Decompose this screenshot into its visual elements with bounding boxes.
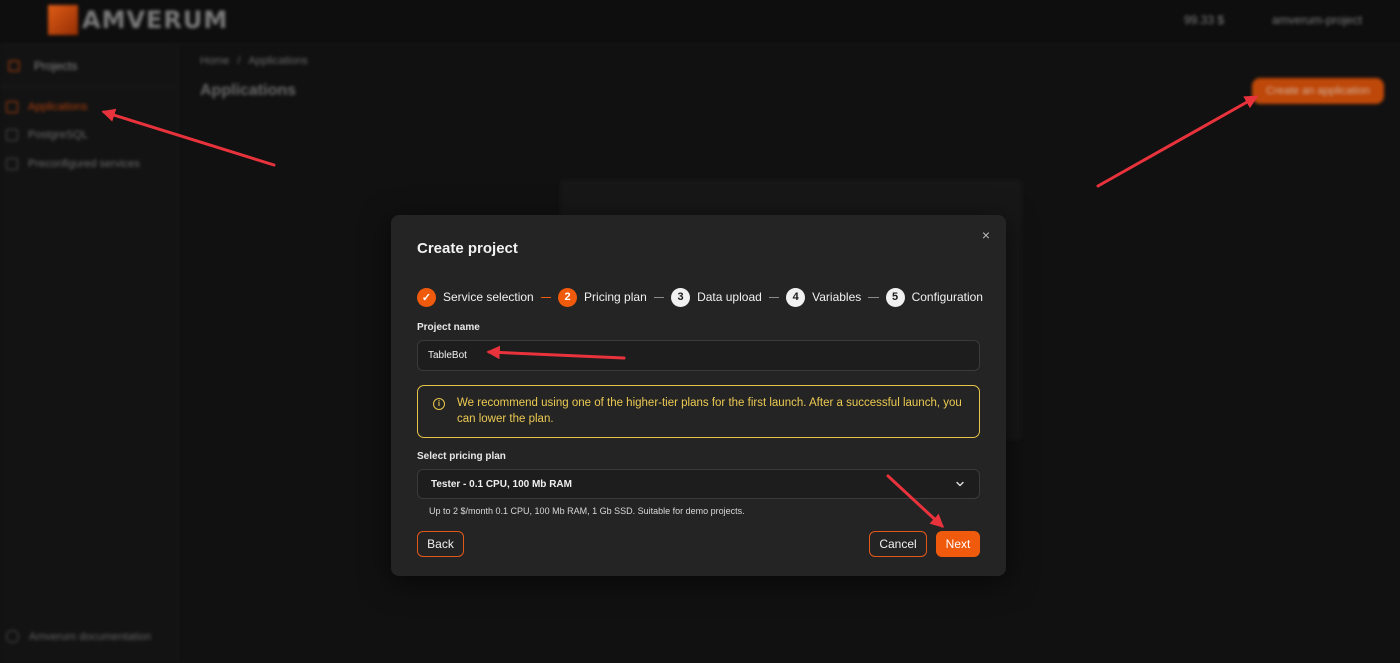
pricing-plan-value: Tester - 0.1 CPU, 100 Mb RAM	[431, 478, 572, 490]
step-configuration[interactable]: 5 Configuration	[885, 287, 983, 307]
step-label: Variables	[812, 290, 862, 304]
step-label: Data upload	[697, 290, 762, 304]
step-label: Pricing plan	[584, 290, 647, 304]
step-label: Service selection	[443, 290, 534, 304]
next-button[interactable]: Next	[936, 531, 980, 557]
project-name-label: Project name	[417, 322, 480, 333]
back-button[interactable]: Back	[417, 531, 464, 557]
check-icon: ✓	[417, 287, 436, 307]
dialog-title: Create project	[417, 240, 518, 257]
step-number: 4	[786, 287, 806, 307]
step-number: 2	[558, 287, 578, 307]
step-connector	[868, 296, 879, 298]
project-name-input[interactable]	[417, 340, 980, 371]
close-icon[interactable]: ×	[978, 227, 994, 243]
cancel-button[interactable]: Cancel	[869, 531, 927, 557]
step-number: 3	[671, 287, 691, 307]
alert-text: We recommend using one of the higher-tie…	[457, 397, 962, 425]
pricing-plan-hint: Up to 2 $/month 0.1 CPU, 100 Mb RAM, 1 G…	[429, 506, 745, 516]
step-data-upload[interactable]: 3 Data upload	[671, 287, 762, 307]
step-connector	[768, 296, 780, 298]
step-service-selection[interactable]: ✓ Service selection	[417, 287, 534, 307]
pricing-plan-label: Select pricing plan	[417, 451, 506, 462]
step-label: Configuration	[911, 290, 983, 304]
step-connector	[540, 296, 552, 298]
chevron-down-icon	[956, 481, 964, 487]
create-project-dialog: Create project × ✓ Service selection 2 P…	[391, 215, 1006, 576]
step-connector	[653, 296, 665, 298]
step-variables[interactable]: 4 Variables	[786, 287, 862, 307]
step-pricing-plan[interactable]: 2 Pricing plan	[558, 287, 647, 307]
pricing-plan-select[interactable]: Tester - 0.1 CPU, 100 Mb RAM	[417, 469, 980, 499]
info-icon: i	[433, 398, 445, 410]
stepper: ✓ Service selection 2 Pricing plan 3 Dat…	[417, 287, 983, 307]
step-number: 5	[885, 287, 905, 307]
recommendation-alert: i We recommend using one of the higher-t…	[417, 385, 980, 438]
